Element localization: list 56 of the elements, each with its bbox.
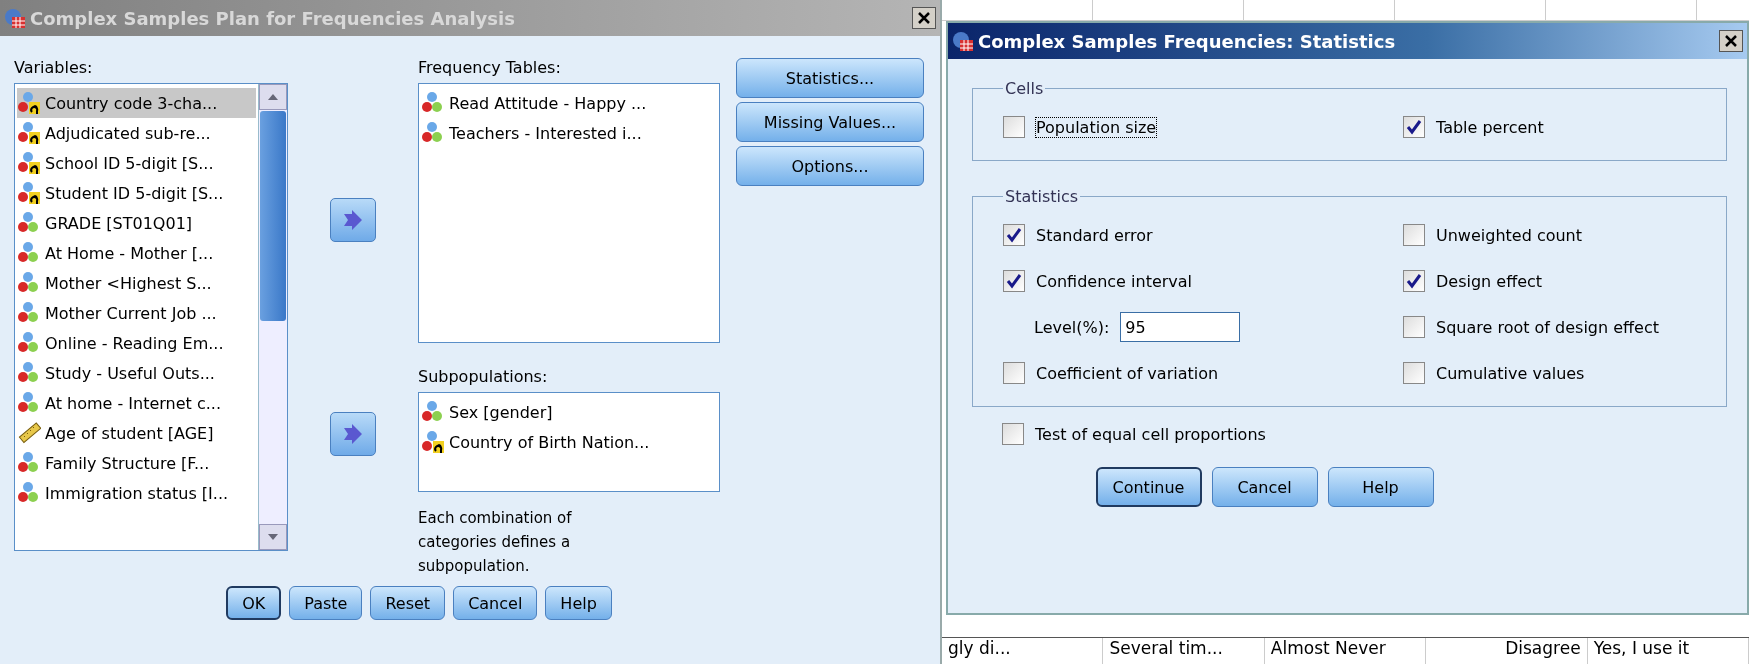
window-title: Complex Samples Frequencies: Statistics <box>978 30 1397 52</box>
field-label: Variables: <box>14 58 94 77</box>
level-field[interactable]: 95 <box>1120 312 1241 342</box>
dialog-button[interactable]: Statistics... <box>736 58 924 98</box>
variable-item[interactable]: Country code 3-cha... <box>17 88 256 118</box>
checkbox-label: Standard error <box>1035 224 1154 246</box>
variable-item[interactable]: Study - Useful Outs... <box>17 358 256 388</box>
checkbox-label: Confidence interval <box>1035 270 1194 292</box>
variable-item[interactable]: Family Structure [F... <box>17 448 256 478</box>
window-title: Complex Samples Plan for Frequencies Analysis <box>30 7 516 29</box>
field-label: Level(%): <box>1033 316 1111 338</box>
variable-item[interactable]: Immigration status [I... <box>17 478 256 508</box>
variable-item[interactable]: Online - Reading Em... <box>17 328 256 358</box>
variable-item[interactable]: GRADE [ST01Q01] <box>17 208 256 238</box>
table-cell: gly di... <box>942 638 1104 664</box>
checkbox-label: Test of equal cell proportions <box>1034 423 1267 445</box>
dialog-button[interactable]: Cancel <box>453 586 538 620</box>
checkbox-label: Square root of design effect <box>1435 316 1661 338</box>
checkbox-label: Population size <box>1035 116 1158 138</box>
help-text: Each combination of categories defines a subpopulation. <box>418 508 573 577</box>
dialog-button[interactable]: Continue <box>1095 467 1202 507</box>
table-cell: Several tim... <box>1103 638 1265 664</box>
variable-item[interactable]: Read Attitude - Happy ... <box>421 88 717 118</box>
table-cell: Disagree <box>1426 638 1588 664</box>
variable-item[interactable]: Mother Current Job ... <box>17 298 256 328</box>
dialog-button[interactable]: Paste <box>289 586 363 620</box>
variable-item[interactable]: Teachers - Interested i... <box>421 118 717 148</box>
variable-item[interactable]: School ID 5-digit [S... <box>17 148 256 178</box>
variable-item[interactable]: Mother <Highest S... <box>17 268 256 298</box>
subpopulations-list[interactable]: Sex [gender] Country of Birth Nation... <box>418 392 720 492</box>
checkbox-label: Design effect <box>1435 270 1544 292</box>
dialog-button[interactable]: OK <box>226 586 282 620</box>
variable-item[interactable]: Student ID 5-digit [S... <box>17 178 256 208</box>
variable-item[interactable]: Adjudicated sub-re... <box>17 118 256 148</box>
checkbox-label: Coefficient of variation <box>1035 362 1220 384</box>
dialog-button[interactable]: Help <box>545 586 612 620</box>
group-title: Cells <box>1004 79 1045 98</box>
dialog-button[interactable]: Cancel <box>1211 467 1318 507</box>
dialog-button[interactable]: Missing Values... <box>736 102 924 142</box>
variable-item[interactable]: At home - Internet c... <box>17 388 256 418</box>
table-cell: Almost Never <box>1264 638 1427 664</box>
table-cell: Yes, I use it <box>1587 638 1749 664</box>
frequency-tables-list[interactable]: Read Attitude - Happy ... Teachers - Interested i... <box>418 83 720 343</box>
checkbox-label: Table percent <box>1435 116 1545 138</box>
field-label: Subpopulations: <box>418 367 549 386</box>
variable-item[interactable]: Age of student [AGE] <box>17 418 256 448</box>
dialog-button[interactable]: Options... <box>736 146 924 186</box>
field-label: Frequency Tables: <box>418 58 562 77</box>
checkbox-label: Unweighted count <box>1435 224 1584 246</box>
variable-item[interactable]: At Home - Mother [... <box>17 238 256 268</box>
variable-item[interactable]: Country of Birth Nation... <box>421 427 717 457</box>
checkbox-label: Cumulative values <box>1435 362 1586 384</box>
dialog-button[interactable]: Help <box>1327 467 1434 507</box>
dialog-button[interactable]: Reset <box>370 586 446 620</box>
group-title: Statistics <box>1004 187 1080 206</box>
variable-item[interactable]: Sex [gender] <box>421 397 717 427</box>
